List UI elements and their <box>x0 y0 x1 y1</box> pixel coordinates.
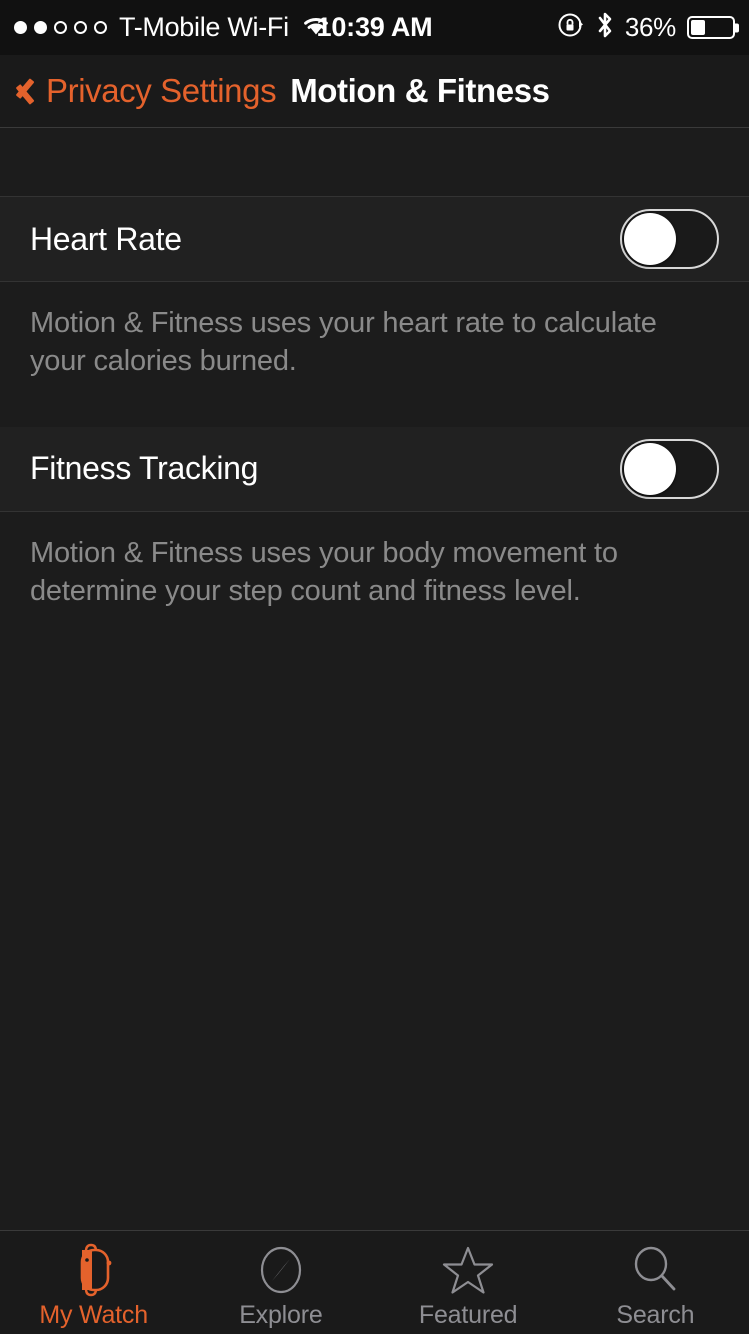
setting-row-heart-rate[interactable]: Heart Rate <box>0 197 749 282</box>
page-title: Motion & Fitness <box>290 72 550 109</box>
tab-bar: My Watch Explore Featured Search <box>0 1230 749 1334</box>
fitness-tracking-toggle[interactable] <box>620 438 719 499</box>
tab-my-watch[interactable]: My Watch <box>0 1231 187 1334</box>
signal-dot <box>14 21 27 34</box>
status-bar: T-Mobile Wi-Fi 10:39 AM 36% <box>0 0 749 55</box>
tab-label: My Watch <box>39 1300 148 1329</box>
tab-search[interactable]: Search <box>562 1231 749 1334</box>
setting-footer-heart-rate: Motion & Fitness uses your heart rate to… <box>0 282 749 427</box>
battery-fill <box>691 20 706 35</box>
wifi-icon <box>300 14 332 43</box>
signal-dot <box>74 21 87 34</box>
magnifier-icon <box>629 1242 681 1298</box>
tab-label: Featured <box>418 1300 518 1329</box>
tab-label: Explore <box>239 1300 323 1329</box>
status-bar-right: 36% <box>557 10 735 45</box>
back-button-label: Privacy Settings <box>46 72 277 109</box>
status-bar-left: T-Mobile Wi-Fi <box>14 12 332 43</box>
tab-label: Search <box>616 1300 695 1329</box>
navigation-bar: Privacy Settings Motion & Fitness <box>0 55 749 128</box>
carrier-label: T-Mobile Wi-Fi <box>119 12 289 42</box>
tab-explore[interactable]: Explore <box>187 1231 374 1334</box>
compass-icon <box>255 1242 307 1298</box>
chevron-left-icon <box>16 74 36 108</box>
iphone-screen: T-Mobile Wi-Fi 10:39 AM 36% Privacy Sett… <box>0 0 749 1334</box>
clock-label: 10:39 AM <box>316 12 433 42</box>
signal-dot <box>34 21 47 34</box>
bluetooth-icon <box>596 10 614 45</box>
back-button[interactable]: Privacy Settings <box>16 72 277 110</box>
toggle-knob <box>624 442 676 495</box>
signal-dot <box>54 21 67 34</box>
rotation-lock-icon <box>557 11 585 44</box>
heart-rate-toggle[interactable] <box>620 209 719 269</box>
signal-dot <box>94 21 107 34</box>
apple-watch-icon <box>69 1242 119 1298</box>
battery-percent-label: 36% <box>624 12 676 42</box>
section-spacer <box>0 128 749 197</box>
toggle-knob <box>624 213 676 265</box>
signal-strength-dots <box>14 21 107 34</box>
battery-icon <box>687 16 735 39</box>
setting-label: Fitness Tracking <box>30 450 259 487</box>
setting-row-fitness-tracking[interactable]: Fitness Tracking <box>0 426 749 512</box>
setting-footer-fitness-tracking: Motion & Fitness uses your body movement… <box>0 511 749 637</box>
tab-featured[interactable]: Featured <box>375 1231 562 1334</box>
settings-list: Heart Rate Motion & Fitness uses your he… <box>0 128 749 1230</box>
star-icon <box>441 1242 495 1298</box>
setting-label: Heart Rate <box>30 220 182 257</box>
